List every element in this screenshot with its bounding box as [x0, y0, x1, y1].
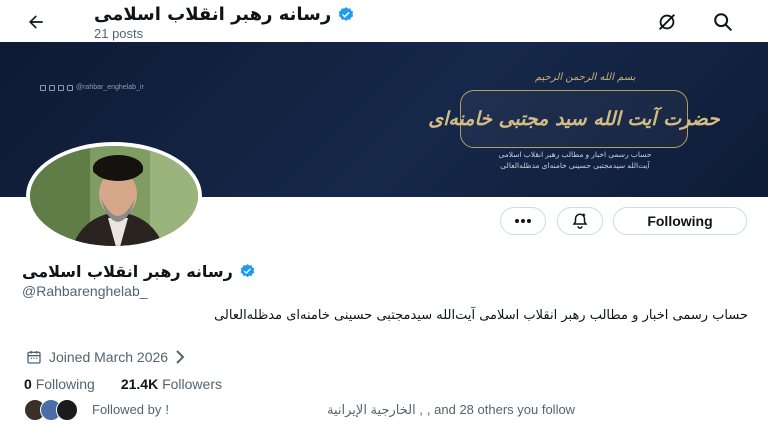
grok-button[interactable] — [654, 9, 680, 35]
joined-text: Joined March 2026 — [49, 349, 169, 365]
followers-count: 21.4K — [120, 376, 159, 392]
followed-by-text: Followed by ! الخارجية الإيرانية , , and… — [92, 402, 575, 418]
following-button[interactable]: Following — [613, 207, 747, 235]
header-title: رسانه رهبر انقلاب اسلامی — [94, 4, 332, 25]
banner-bismillah: بسم الله الرحمن الرحیم — [535, 72, 636, 83]
profile-bio: حساب رسمی اخبار و مطالب رهبر انقلاب اسلا… — [214, 308, 748, 323]
avatar-portrait — [30, 146, 198, 246]
web-icon — [67, 84, 73, 91]
verified-badge-icon[interactable] — [239, 263, 256, 280]
top-bar: رسانه رهبر انقلاب اسلامی 21 posts — [0, 0, 768, 42]
following-count: 0 — [24, 376, 32, 392]
followers-label: Followers — [162, 376, 222, 392]
chevron-right-icon — [176, 350, 185, 364]
posts-count: 21 posts — [94, 26, 144, 41]
profile-name-row: رسانه رهبر انقلاب اسلامی — [22, 262, 256, 281]
notification-bell-icon — [572, 213, 588, 229]
followers-count-link[interactable]: 21.4K Followers — [121, 376, 222, 392]
profile-handle: @Rahbarenghelab_ — [22, 283, 148, 299]
back-button[interactable] — [22, 8, 50, 36]
search-button[interactable] — [710, 9, 736, 35]
banner-calligraphy-frame: حضرت آیت الله سید مجتبی خامنه‌ای — [428, 90, 720, 148]
calendar-icon — [27, 351, 41, 364]
grok-icon — [659, 14, 675, 30]
arrow-left-icon — [29, 15, 43, 29]
notifications-button[interactable] — [557, 207, 603, 235]
followed-by-name-2: الخارجية الإيرانية , — [327, 402, 423, 417]
telegram-icon — [49, 84, 55, 91]
follow-counts: 0 Following 21.4K Followers — [24, 376, 222, 392]
banner-subtitle-1: حساب رسمی اخبار و مطالب رهبر انقلاب اسلا… — [498, 150, 652, 159]
profile-avatar[interactable] — [26, 142, 202, 250]
more-options-button[interactable] — [500, 207, 546, 235]
followed-by-row[interactable]: Followed by ! الخارجية الإيرانية , , and… — [24, 399, 575, 421]
verified-badge-icon — [339, 6, 354, 21]
avatar — [56, 399, 78, 421]
banner-social-handles: @rahbar_enghelab_ir — [40, 84, 144, 91]
banner-calligraphy: حضرت آیت الله سید مجتبی خامنه‌ای — [428, 108, 720, 130]
header-title-block: رسانه رهبر انقلاب اسلامی 21 posts — [94, 4, 355, 41]
joined-date[interactable]: Joined March 2026 — [26, 349, 185, 365]
followed-by-prefix: Followed by — [92, 402, 162, 417]
instagram-icon — [40, 84, 46, 91]
banner-subtitle-2: آیت‌الله سیدمجتبی حسینی خامنه‌ای مدظله‌ا… — [500, 161, 650, 170]
more-dots-icon — [515, 219, 531, 223]
x-icon — [58, 84, 64, 91]
search-icon — [714, 13, 732, 31]
following-label: Following — [35, 376, 95, 392]
following-count-link[interactable]: 0 Following — [24, 376, 95, 392]
banner-handle-text: @rahbar_enghelab_ir — [76, 84, 144, 91]
followed-by-suffix: , and 28 others you follow — [426, 402, 576, 417]
followed-by-name-1: ! — [165, 402, 169, 417]
profile-display-name: رسانه رهبر انقلاب اسلامی — [22, 262, 233, 281]
